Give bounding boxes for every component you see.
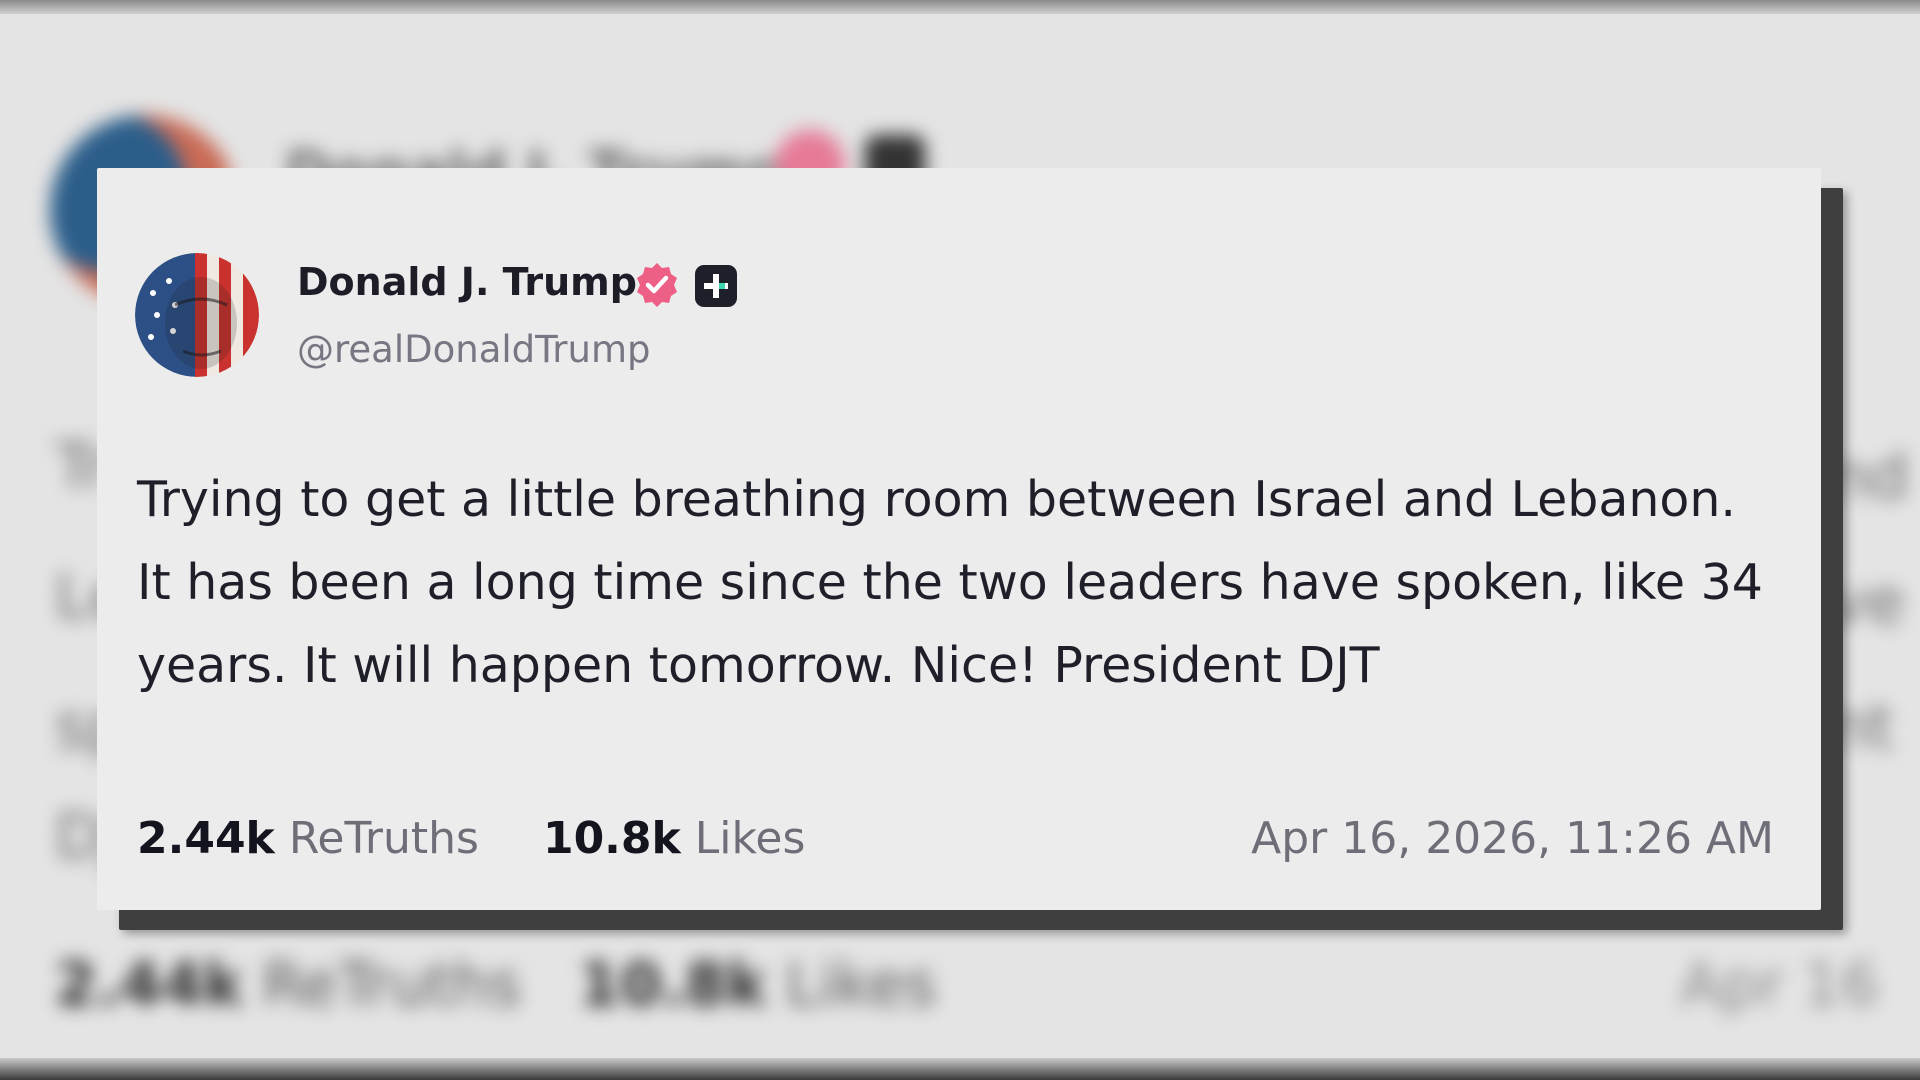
user-handle[interactable]: @realDonaldTrump <box>297 328 651 371</box>
blurred-timestamp: Apr 16 <box>1680 950 1880 1020</box>
profile-avatar[interactable] <box>135 253 259 377</box>
display-name[interactable]: Donald J. Trump <box>297 260 637 304</box>
post-card: Donald J. Trump @realDonaldTrump Trying … <box>97 168 1821 910</box>
bottom-frame-edge <box>0 1058 1920 1080</box>
plus-badge-icon <box>695 265 737 307</box>
top-frame-edge <box>0 0 1920 14</box>
post-stats: 2.44k ReTruths 10.8k Likes <box>137 813 805 864</box>
blurred-text-fragment: nt <box>1830 690 1894 763</box>
retruths-stat[interactable]: 2.44k ReTruths <box>137 813 493 864</box>
likes-stat[interactable]: 10.8k Likes <box>543 813 805 864</box>
likes-count: 10.8k <box>542 813 681 864</box>
blurred-text-fragment: nd <box>1830 440 1909 513</box>
retruths-label: ReTruths <box>288 813 479 864</box>
blurred-stats: 2.44k ReTruths 10.8k Likes <box>55 950 937 1020</box>
screenshot-stage: Donald J. Trump Tr Le sp DJ nd ve nt 2.4… <box>0 0 1920 1080</box>
retruths-count: 2.44k <box>137 813 275 864</box>
likes-label: Likes <box>694 813 806 864</box>
avatar-image <box>135 253 259 377</box>
blurred-text-fragment: ve <box>1830 565 1905 638</box>
post-body-text: Trying to get a little breathing room be… <box>137 471 1763 694</box>
post-timestamp[interactable]: Apr 16, 2026, 11:26 AM <box>1251 813 1774 864</box>
verified-badge-icon <box>637 263 677 307</box>
